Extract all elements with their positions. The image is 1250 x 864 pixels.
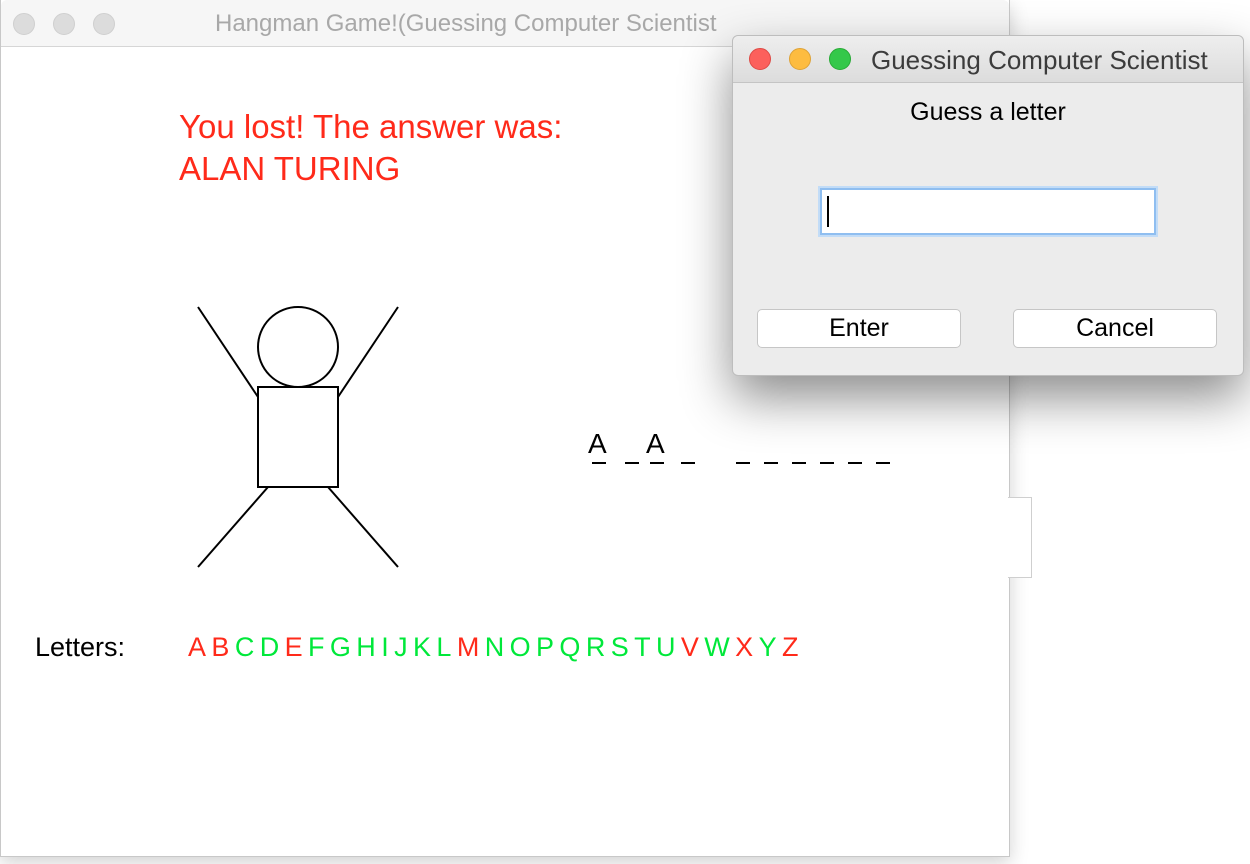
letter-k: K [412,632,431,662]
letter-i: I [381,632,389,662]
letter-r: R [585,632,606,662]
letter-j: J [394,632,408,662]
dialog-close-icon[interactable] [749,48,771,70]
status-line-2: ALAN TURING [179,150,401,187]
minimize-icon[interactable] [53,13,75,35]
letter-l: L [436,632,452,662]
letter-h: H [356,632,376,662]
text-caret [827,196,829,227]
hangman-figure [197,306,399,568]
letter-m: M [456,632,480,662]
dialog-zoom-icon[interactable] [829,48,851,70]
guess-dialog: Guessing Computer Scientist Guess a lett… [732,35,1244,376]
word-blank [876,462,890,464]
hangman-right-arm [337,306,399,398]
letters-list: ABCDEFGHIJKLMNOPQRSTUVWXYZ [188,632,804,663]
letter-u: U [656,632,676,662]
letter-c: C [234,632,255,662]
word-blank [625,462,639,464]
background-window-edge [1008,497,1032,578]
word-blank [764,462,778,464]
letter-q: Q [559,632,581,662]
letter-x: X [735,632,754,662]
letter-d: D [259,632,280,662]
dialog-minimize-icon[interactable] [789,48,811,70]
letter-y: Y [758,632,777,662]
dialog-titlebar[interactable]: Guessing Computer Scientist [733,36,1243,83]
word-letter: A [646,428,665,459]
letter-g: G [329,632,351,662]
letter-t: T [634,632,651,662]
word-blank [820,462,834,464]
main-window-title: Hangman Game!(Guessing Computer Scientis… [215,10,717,37]
letter-w: W [704,632,730,662]
letter-a: A [188,632,207,662]
letters-label: Letters: [35,632,126,662]
letter-p: P [536,632,555,662]
close-icon[interactable] [13,13,35,35]
guess-prompt: Guess a letter [910,98,1066,126]
word-blank [681,462,695,464]
letter-e: E [284,632,303,662]
word-blank [650,462,664,464]
dialog-title: Guessing Computer Scientist [871,45,1208,75]
word-blank [848,462,862,464]
zoom-icon[interactable] [93,13,115,35]
letter-o: O [509,632,531,662]
hangman-head [257,306,339,388]
game-status-message: You lost! The answer was: ALAN TURING [179,106,562,190]
letter-n: N [484,632,505,662]
cancel-button[interactable]: Cancel [1013,309,1217,348]
word-letter: A [588,428,607,459]
letter-f: F [308,632,325,662]
hangman-left-leg [197,486,269,568]
enter-button[interactable]: Enter [757,309,961,348]
hangman-body [257,386,339,488]
hangman-right-leg [327,486,399,568]
word-blank [736,462,750,464]
letter-b: B [211,632,230,662]
hangman-left-arm [197,306,259,398]
letter-s: S [610,632,629,662]
status-line-1: You lost! The answer was: [179,108,563,145]
letter-z: Z [781,632,799,662]
word-blank [592,462,606,464]
guess-input[interactable] [820,188,1156,235]
letter-v: V [680,632,699,662]
word-blank [792,462,806,464]
